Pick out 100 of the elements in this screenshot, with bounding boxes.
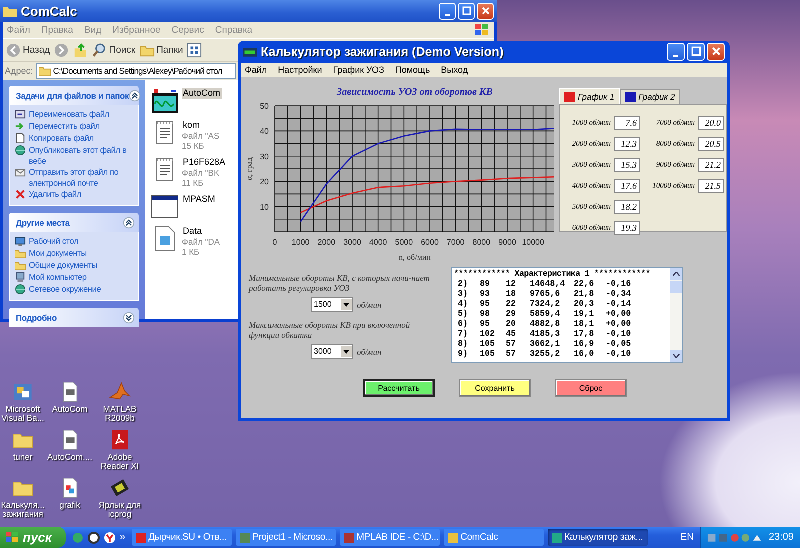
file-type: Файл "AS <box>182 131 220 141</box>
task-link[interactable]: Копировать файл <box>29 133 94 144</box>
angle-field[interactable]: 12.3 <box>614 136 640 150</box>
task-link[interactable]: Отправить этот файл по электронной почте <box>29 167 133 188</box>
desktop-icon-label[interactable]: Ярлык для icprog <box>94 501 146 519</box>
listing-cell-text: 6) <box>458 319 470 329</box>
task-link[interactable]: Сетевое окружение <box>29 284 102 294</box>
angle-field[interactable]: 20.5 <box>698 136 724 150</box>
app-icon <box>136 532 146 542</box>
folder-icon <box>3 5 17 17</box>
close-button[interactable] <box>707 43 725 61</box>
angle-field[interactable]: 18.2 <box>614 200 640 214</box>
action-button[interactable]: Сброс <box>555 379 627 397</box>
menu-item[interactable]: Настройки <box>278 65 322 75</box>
app-icon <box>240 532 250 542</box>
menu-item[interactable]: Файл <box>245 65 268 75</box>
angle-field[interactable]: 19.3 <box>614 220 640 234</box>
battery-wave-icon[interactable] <box>151 88 179 114</box>
x-tick-label: 1000 <box>292 238 310 247</box>
collapse-icon[interactable] <box>129 90 142 102</box>
maximize-button[interactable] <box>687 43 705 61</box>
app-icon <box>448 532 458 542</box>
views-icon[interactable] <box>187 42 202 58</box>
taskbar-button[interactable]: Дырчик.SU • Отв... <box>132 529 232 546</box>
angle-field[interactable]: 17.6 <box>614 178 640 192</box>
pane-header[interactable]: Другие места <box>9 213 139 232</box>
taskbar-button[interactable]: Калькулятор заж... <box>548 529 648 546</box>
listing-cell-text: 105 <box>480 349 496 359</box>
rpm-dropdown[interactable]: 3000 <box>311 344 353 359</box>
desktop-icon-label[interactable]: AutoCom <box>52 405 88 414</box>
desktop-icon-label[interactable]: grafik <box>60 501 80 510</box>
menu-item[interactable]: График УОЗ <box>333 65 384 75</box>
file-name[interactable]: AutoCom <box>182 88 222 99</box>
language-indicator[interactable]: EN <box>680 532 694 543</box>
maximize-button[interactable] <box>458 2 475 20</box>
app-icon <box>552 532 562 542</box>
desktop-icon-label[interactable]: Калькуля... зажигания <box>0 501 46 519</box>
action-button[interactable]: Сохранить <box>459 379 531 397</box>
x-tick-label: 0 <box>272 238 278 247</box>
task-link[interactable]: Переместить файл <box>29 121 100 132</box>
angle-field[interactable]: 21.5 <box>698 178 724 192</box>
task-link[interactable]: Опубликовать этот файл в вебе <box>29 145 133 166</box>
action-button[interactable]: Рассчитать <box>363 379 435 397</box>
more-button[interactable]: » <box>120 532 126 543</box>
minimize-button[interactable] <box>439 2 456 20</box>
close-button[interactable] <box>477 2 494 20</box>
close-icon <box>710 46 722 57</box>
task-link[interactable]: Мой компьютер <box>29 272 87 282</box>
taskbar-button[interactable]: ComCalc <box>444 529 544 546</box>
task-link[interactable]: Удалить файл <box>29 189 82 200</box>
desktop-icon-label[interactable]: tuner <box>13 453 33 462</box>
circle-icon[interactable] <box>88 532 100 544</box>
listing-cell-text: +0,00 <box>606 319 632 329</box>
file-name[interactable]: MPASM <box>182 194 216 205</box>
back-button[interactable]: Назад <box>6 42 50 58</box>
angle-field[interactable]: 15.3 <box>614 158 640 172</box>
pane-header[interactable]: Подробно <box>9 308 139 327</box>
taskbar-button[interactable]: Project1 - Microso... <box>236 529 336 546</box>
desktop-icon-label[interactable]: Adobe Reader XI <box>94 453 146 471</box>
results-listbox[interactable] <box>451 267 683 363</box>
angle-field[interactable]: 7.6 <box>614 116 640 130</box>
letter-y-icon[interactable] <box>104 532 116 544</box>
folders-button[interactable]: Папки <box>140 42 184 58</box>
expand-icon[interactable] <box>123 312 135 324</box>
file-name[interactable]: Data <box>182 226 220 237</box>
address-field[interactable]: C:\Documents and Settings\Alexey\Рабочий стол <box>36 63 236 79</box>
pane-header[interactable]: Задачи для файлов и папок <box>9 86 139 105</box>
angle-field[interactable]: 20.0 <box>698 116 724 130</box>
scrollbar[interactable] <box>670 268 682 362</box>
collapse-icon[interactable] <box>123 216 135 228</box>
taskbar-button[interactable]: MPLAB IDE - C:\D... <box>340 529 440 546</box>
rpm-dropdown[interactable]: 1500 <box>311 297 353 312</box>
menu-item[interactable]: Выход <box>441 65 468 75</box>
start-button[interactable]: пуск <box>0 527 66 548</box>
minimize-button[interactable] <box>667 43 685 61</box>
caret-icon <box>343 302 350 306</box>
scroll-thumb[interactable] <box>670 281 682 293</box>
desktop-icon-label[interactable]: MATLAB R2009b <box>94 405 146 423</box>
listing-cell-text: 98 <box>480 309 492 319</box>
chart-tab[interactable]: График 1 <box>559 88 620 104</box>
desktop-icon-label[interactable]: Microsoft Visual Ba... <box>0 405 46 423</box>
desktop-icon-label[interactable]: AutoCom.... <box>48 453 92 462</box>
file-name[interactable]: P16F628A <box>182 157 227 168</box>
task-link[interactable]: Рабочий стол <box>29 236 79 246</box>
menu-item[interactable]: Помощь <box>395 65 430 75</box>
folder-icon <box>15 260 26 271</box>
file-type: Файл "DA <box>182 237 220 247</box>
window-title: Калькулятор зажигания (Demo Version) <box>261 45 504 59</box>
task-link[interactable]: Переименовать файл <box>29 109 110 120</box>
listing-cell-text: 20 <box>506 319 518 329</box>
listing-cell-text: 9765,6 <box>530 289 562 299</box>
angle-field[interactable]: 21.2 <box>698 158 724 172</box>
listing-cell-text: 19,1 <box>574 309 596 319</box>
task-link[interactable]: Общие документы <box>29 260 98 270</box>
listing-cell-text: -0,16 <box>606 279 632 289</box>
file-name[interactable]: kom <box>182 120 220 131</box>
search-button[interactable]: Поиск <box>92 42 136 58</box>
window-icon[interactable] <box>151 194 179 220</box>
task-link[interactable]: Мои документы <box>29 248 87 258</box>
chart-tab[interactable]: График 2 <box>620 89 680 104</box>
